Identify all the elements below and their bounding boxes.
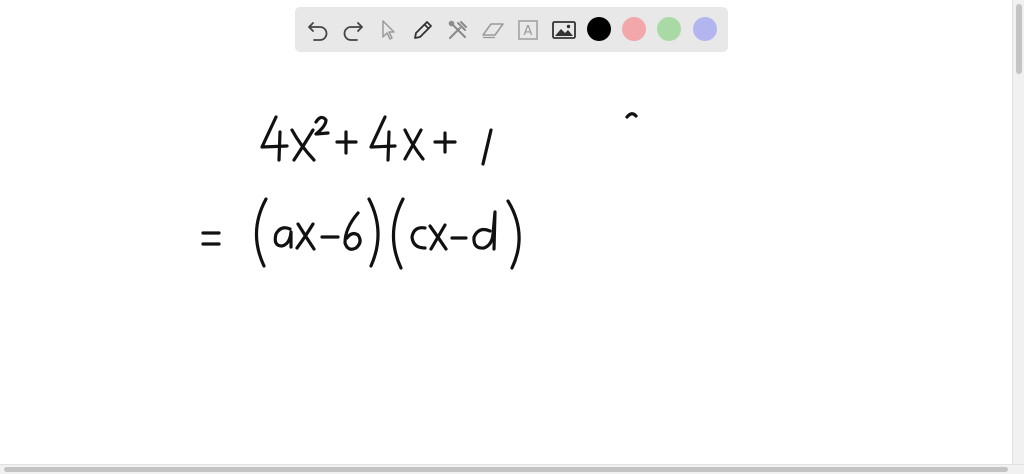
stroke-stray-mark bbox=[625, 112, 638, 119]
stroke-paren-open-1 bbox=[254, 197, 268, 268]
vertical-scrollbar-thumb[interactable] bbox=[1016, 4, 1022, 74]
stroke-digit-4-second-b bbox=[386, 130, 391, 162]
stroke-digit-4 bbox=[260, 115, 289, 149]
stroke-paren-close-1 bbox=[367, 197, 380, 268]
expression-line-1 bbox=[260, 115, 493, 166]
stroke-letter-c bbox=[410, 226, 427, 250]
stroke-superscript-2 bbox=[314, 115, 330, 136]
whiteboard-canvas[interactable]: A bbox=[0, 0, 1012, 464]
stroke-letter-d bbox=[472, 210, 497, 251]
stroke-paren-open-2 bbox=[391, 197, 405, 270]
stroke-letter-b bbox=[343, 211, 362, 251]
vertical-scrollbar[interactable] bbox=[1012, 0, 1024, 464]
handwriting-layer bbox=[201, 112, 638, 270]
stroke-digit-4-second bbox=[369, 115, 397, 149]
stroke-paren-close-2 bbox=[506, 199, 521, 270]
horizontal-scrollbar[interactable] bbox=[0, 464, 1024, 474]
horizontal-scrollbar-thumb[interactable] bbox=[4, 467, 1008, 472]
stroke-digit-4b bbox=[277, 130, 282, 162]
stroke-digit-1 bbox=[481, 128, 493, 166]
expression-line-2 bbox=[201, 197, 521, 270]
stroke-letter-a bbox=[273, 226, 293, 249]
